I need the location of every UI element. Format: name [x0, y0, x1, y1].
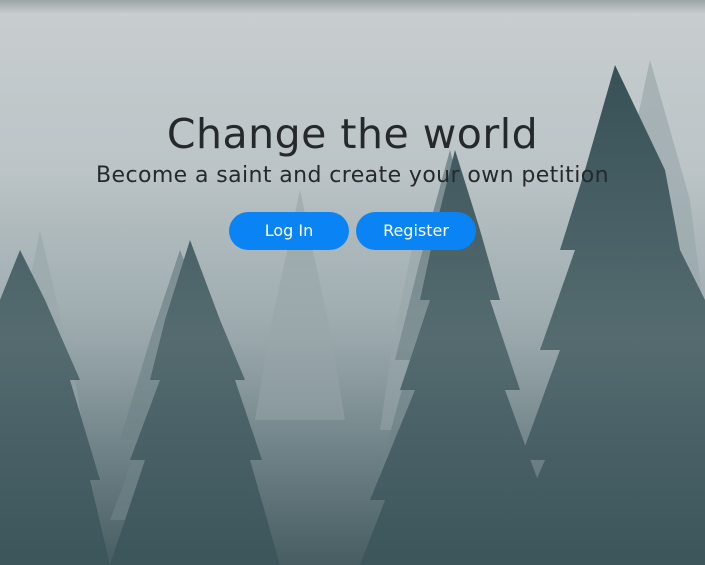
login-button[interactable]: Log In [229, 212, 349, 250]
forest-background-image [0, 0, 705, 565]
headline: Change the world [166, 110, 539, 158]
hero-section [0, 0, 705, 565]
top-shadow [0, 0, 705, 14]
auth-buttons: Log In Register [0, 212, 705, 250]
hero-text: Change the world Become a saint and crea… [0, 108, 705, 192]
subheadline: Become a saint and create your own petit… [96, 163, 609, 188]
register-button[interactable]: Register [356, 212, 476, 250]
